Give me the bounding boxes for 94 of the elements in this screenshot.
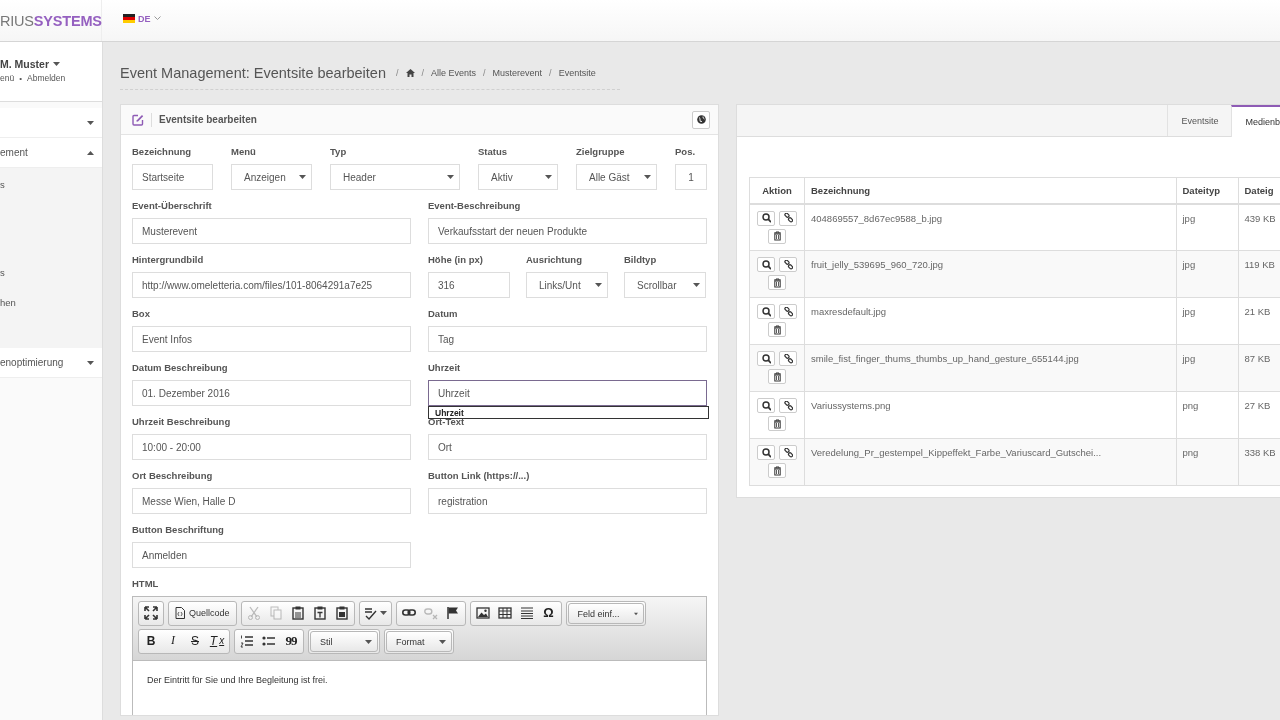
- column-header: Dateityp: [1176, 177, 1238, 204]
- user-link[interactable]: Abmelden: [27, 73, 66, 83]
- column-header: Aktion: [749, 177, 805, 204]
- input-field[interactable]: 01. Dezember 2016: [132, 380, 411, 406]
- select-field[interactable]: Scrollbar: [624, 272, 706, 298]
- source-button[interactable]: Quellcode: [170, 603, 235, 622]
- panel-title: Eventsite bearbeiten: [159, 114, 258, 125]
- table-cell: 404869557_8d67ec9588_b.jpg: [804, 203, 1176, 251]
- table-cell: png: [1176, 438, 1238, 486]
- table-cell: maxresdefault.jpg: [804, 297, 1176, 345]
- tab[interactable]: Medienb: [1231, 105, 1280, 137]
- page-title: Event Management: Eventsite bearbeiten: [120, 64, 386, 81]
- select-field[interactable]: Header: [330, 164, 460, 190]
- breadcrumb-separator: /: [396, 67, 399, 78]
- input-field[interactable]: 1: [675, 164, 707, 190]
- input-field[interactable]: Anmelden: [132, 542, 411, 568]
- sidebar-item[interactable]: hen: [0, 297, 16, 327]
- column-header: Bezeichnung: [804, 177, 1176, 204]
- input-field[interactable]: 316: [428, 272, 510, 298]
- field-label: Event-Beschreibung: [428, 200, 522, 213]
- input-field[interactable]: http://www.omeletteria.com/files/101-8064291a7e25: [132, 272, 411, 298]
- input-field[interactable]: Verkaufsstart der neuen Produkte: [428, 218, 707, 244]
- field-label: Box: [132, 308, 151, 321]
- input-field[interactable]: Tag: [428, 326, 707, 352]
- sidebar-item[interactable]: s: [0, 267, 5, 297]
- input-field[interactable]: Musterevent: [132, 218, 411, 244]
- breadcrumb-separator: /: [483, 67, 486, 78]
- table-cell: jpg: [1176, 250, 1238, 298]
- select-field[interactable]: Alle Gäst: [576, 164, 657, 190]
- field-label: Höhe (in px): [428, 254, 484, 267]
- field-label: Button Beschriftung: [132, 524, 225, 537]
- input-field[interactable]: registration: [428, 488, 707, 514]
- field-label: Zielgruppe: [576, 146, 626, 159]
- field-label: Datum: [428, 308, 459, 321]
- sidebar-item[interactable]: s: [0, 179, 5, 209]
- field-label: Bildtyp: [624, 254, 658, 267]
- table-cell: jpg: [1176, 297, 1238, 345]
- input-field[interactable]: Startseite: [132, 164, 213, 190]
- toolbar-dropdown[interactable]: Feld einf...: [567, 603, 644, 624]
- autocomplete-option[interactable]: Uhrzeit: [429, 407, 470, 418]
- separator: •: [19, 73, 22, 83]
- field-label: Uhrzeit Beschreibung: [132, 416, 232, 429]
- field-label: Uhrzeit: [428, 362, 462, 375]
- table-cell: Veredelung_Pr_gestempel_Kippeffekt_Farbe_Variuscard_Gutschei...: [804, 438, 1176, 486]
- field-label: Status: [478, 146, 509, 159]
- field-label: Ausrichtung: [526, 254, 583, 267]
- select-field[interactable]: Links/Unt: [526, 272, 608, 298]
- field-label: Hintergrundbild: [132, 254, 205, 267]
- table-cell: 338 KB: [1238, 438, 1280, 486]
- toolbar-button[interactable]: I: [162, 631, 184, 650]
- field-label: Ort-Text: [428, 416, 466, 429]
- toolbar-dropdown[interactable]: Format: [386, 631, 452, 652]
- breadcrumb-separator: /: [421, 67, 425, 78]
- table-cell: 119 KB: [1238, 250, 1280, 298]
- field-label: Event-Überschrift: [132, 200, 213, 213]
- toolbar-button[interactable]: Ω: [537, 603, 560, 622]
- field-label: Ort Beschreibung: [132, 470, 214, 483]
- select-field[interactable]: Anzeigen: [231, 164, 312, 190]
- breadcrumb-link[interactable]: Alle Events: [431, 67, 477, 78]
- table-cell: fruit_jelly_539695_960_720.jpg: [804, 250, 1176, 298]
- input-field[interactable]: Messe Wien, Halle D: [132, 488, 411, 514]
- input-field[interactable]: Uhrzeit: [428, 380, 707, 406]
- table-cell: jpg: [1176, 344, 1238, 392]
- language-selector[interactable]: DE: [123, 13, 161, 24]
- select-field[interactable]: Aktiv: [478, 164, 558, 190]
- table-cell: png: [1176, 391, 1238, 439]
- table-cell: jpg: [1176, 203, 1238, 251]
- user-link[interactable]: enü: [0, 73, 15, 83]
- field-label: Typ: [330, 146, 348, 159]
- field-label: Bezeichnung: [132, 146, 193, 159]
- field-label: Datum Beschreibung: [132, 362, 229, 375]
- field-label: HTML: [132, 578, 160, 591]
- table-cell: Variussystems.png: [804, 391, 1176, 439]
- logo: RIUSSYSTEMS: [0, 0, 102, 41]
- breadcrumb-link[interactable]: Eventsite: [558, 67, 596, 78]
- user-menu[interactable]: M. Muster: [0, 58, 60, 70]
- input-field[interactable]: Ort: [428, 434, 707, 460]
- toolbar-dropdown[interactable]: Stil: [310, 631, 378, 652]
- toolbar-button[interactable]: 99: [280, 631, 302, 650]
- sidebar-section[interactable]: ement: [0, 138, 102, 168]
- breadcrumb-link[interactable]: Musterevent: [492, 67, 543, 78]
- field-label: Button Link (https://...): [428, 470, 531, 483]
- sidebar-section[interactable]: enoptimierung: [0, 348, 102, 378]
- column-header: Dateig: [1238, 177, 1280, 204]
- field-label: Pos.: [675, 146, 697, 159]
- editor-text: Der Eintritt für Sie und Ihre Begleitung ist frei.: [147, 675, 329, 685]
- table-cell: smile_fist_finger_thums_thumbs_up_hand_gesture_655144.jpg: [804, 344, 1176, 392]
- table-cell: 87 KB: [1238, 344, 1280, 392]
- input-field[interactable]: 10:00 - 20:00: [132, 434, 411, 460]
- field-label: Menü: [231, 146, 257, 159]
- input-field[interactable]: Event Infos: [132, 326, 411, 352]
- breadcrumb-separator: /: [549, 67, 552, 78]
- toolbar-button[interactable]: B: [140, 631, 162, 650]
- toolbar-button[interactable]: S: [184, 631, 206, 650]
